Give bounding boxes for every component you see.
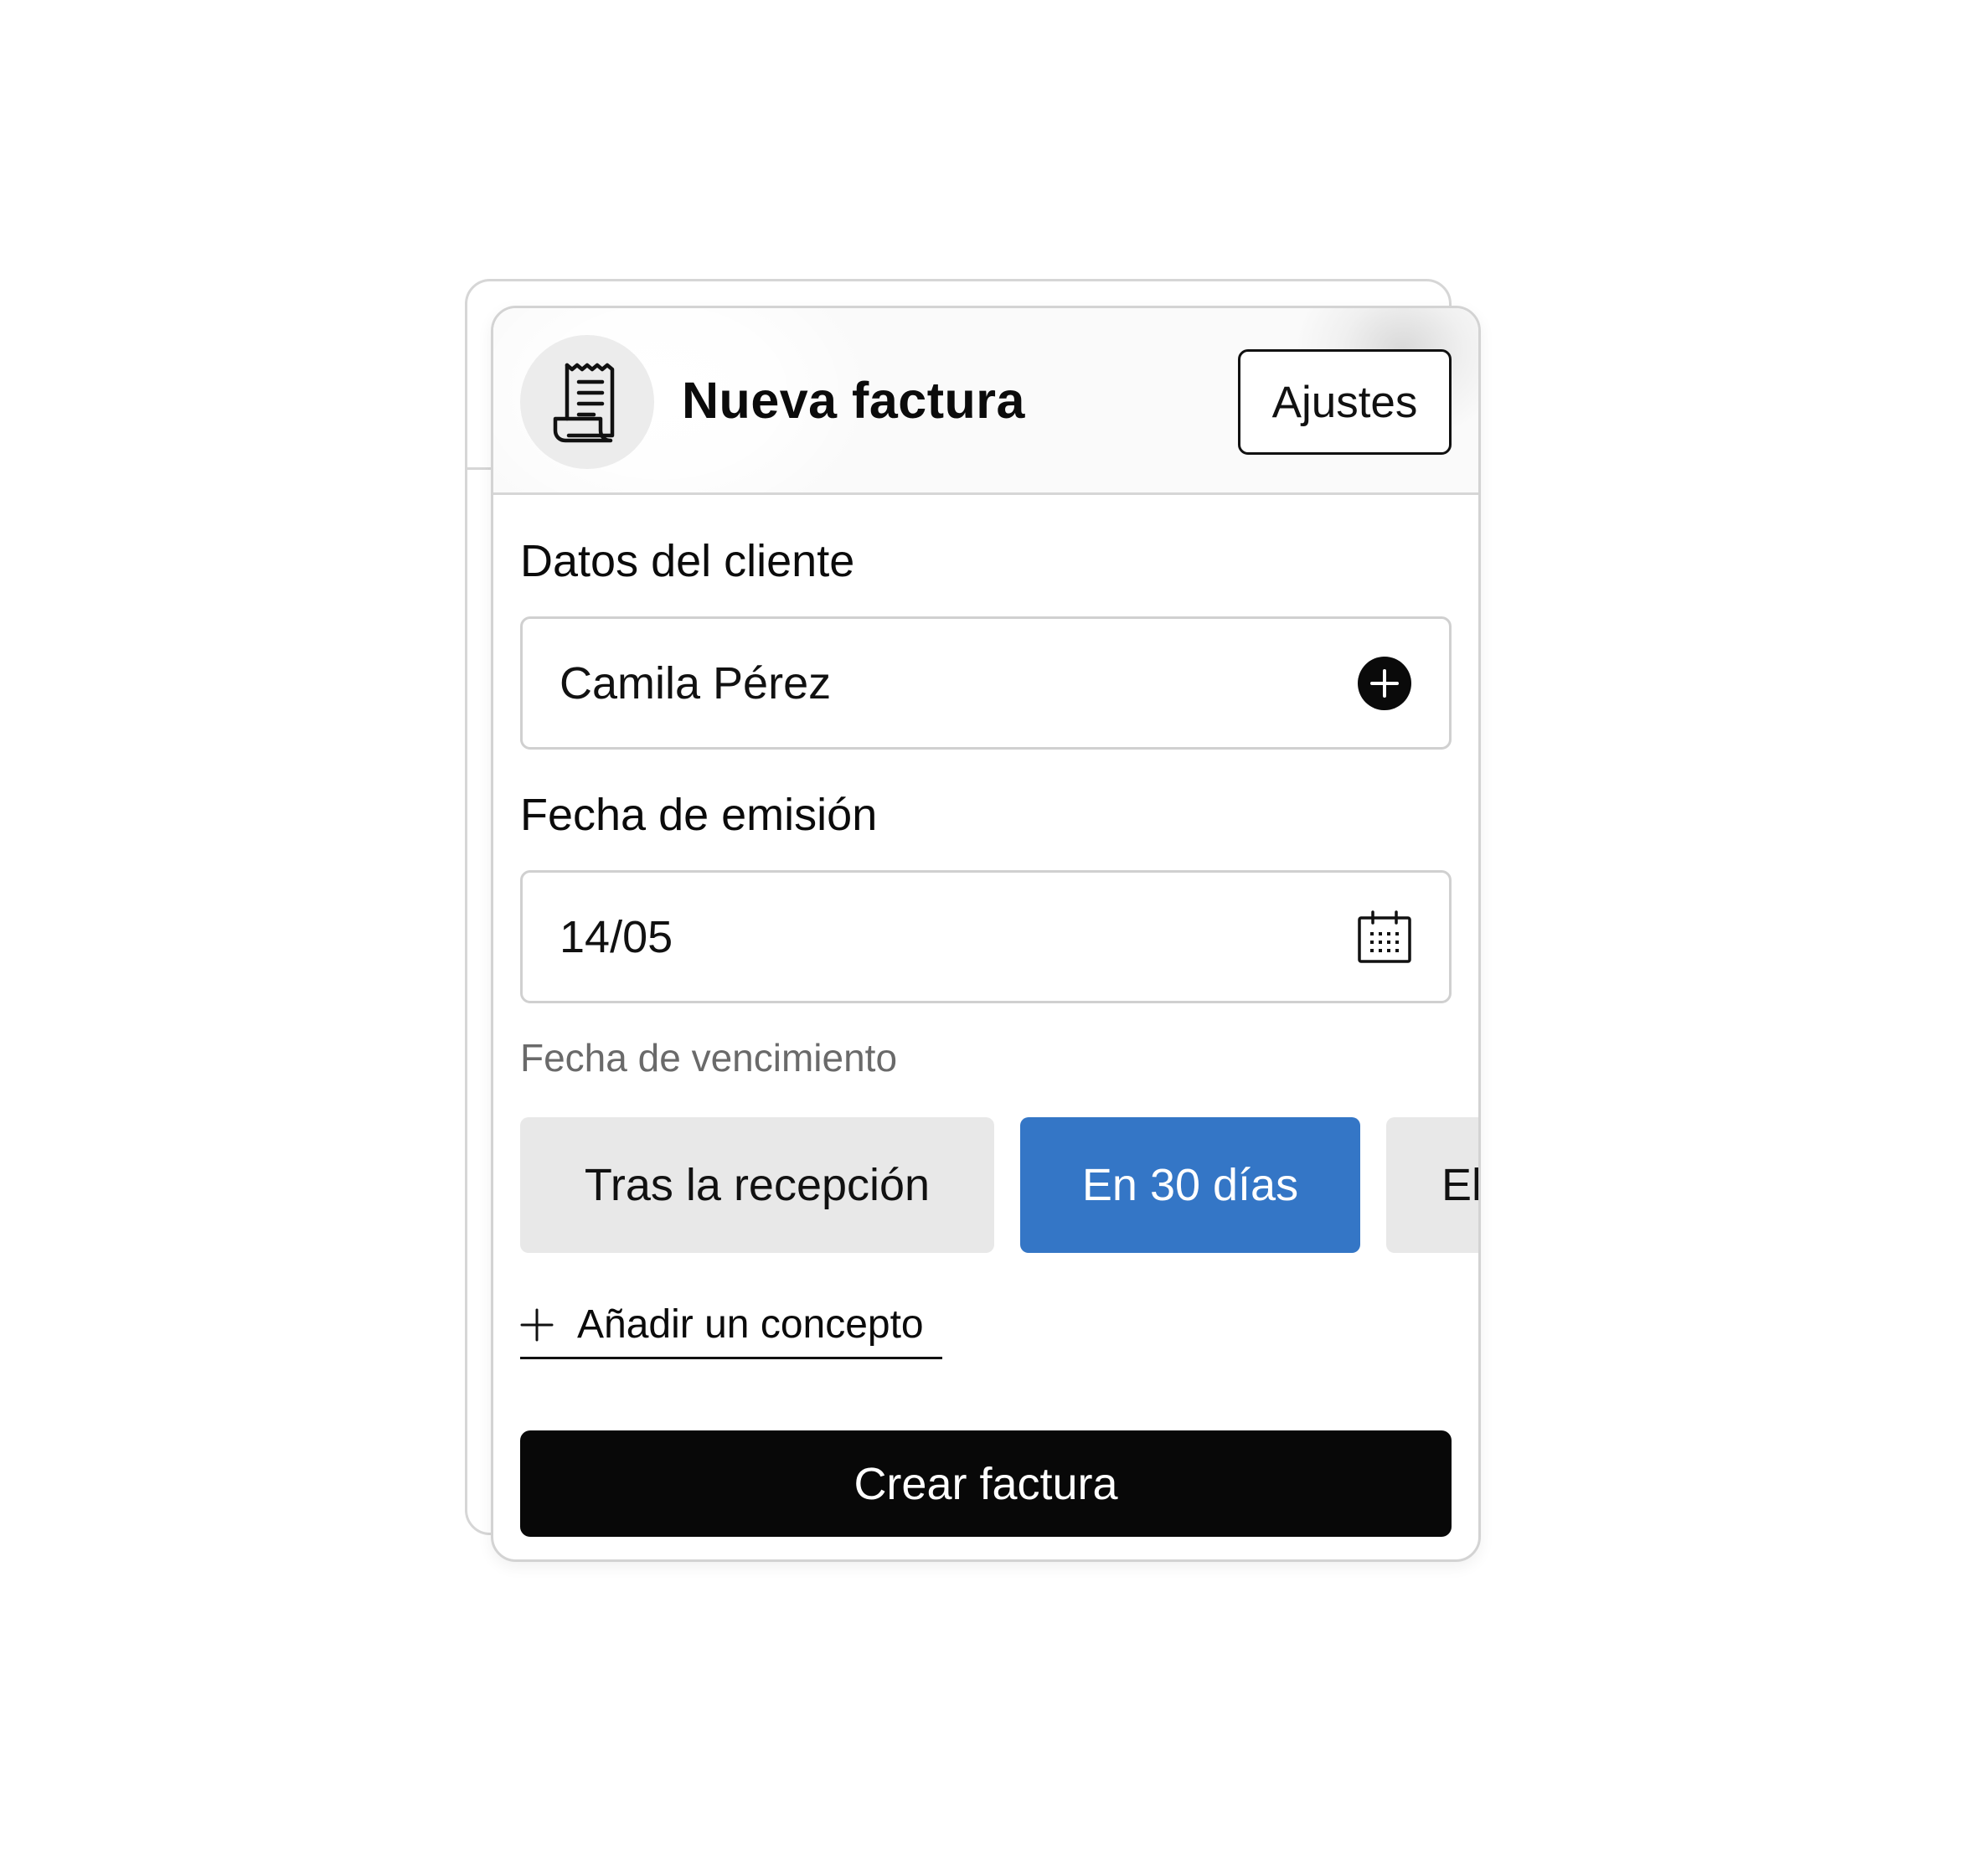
settings-button[interactable]: Ajustes <box>1238 349 1452 455</box>
background-card-divider <box>467 467 492 470</box>
due-option-30-days[interactable]: En 30 días <box>1020 1117 1360 1253</box>
due-option-label: En 30 días <box>1081 1160 1299 1210</box>
due-option-on-receipt[interactable]: Tras la recepción <box>520 1117 994 1253</box>
receipt-icon <box>520 335 654 469</box>
due-option-custom[interactable]: El <box>1386 1117 1481 1253</box>
due-option-label: El <box>1441 1160 1481 1210</box>
client-field[interactable]: Camila Pérez <box>520 616 1452 750</box>
issue-date-field[interactable]: 14/05 <box>520 870 1452 1003</box>
issue-date-value: 14/05 <box>560 911 673 962</box>
due-date-label: Fecha de vencimiento <box>520 1036 898 1080</box>
plus-icon <box>520 1308 554 1341</box>
issue-date-label: Fecha de emisión <box>520 790 878 840</box>
invoice-card: Nueva factura Ajustes Datos del cliente … <box>491 306 1481 1562</box>
add-item-link[interactable]: Añadir un concepto <box>520 1292 942 1359</box>
due-date-options: Tras la recepción En 30 días El <box>520 1117 1481 1253</box>
create-invoice-button[interactable]: Crear factura <box>520 1430 1452 1537</box>
add-circle-icon[interactable] <box>1357 656 1412 711</box>
calendar-icon[interactable] <box>1357 910 1412 965</box>
due-option-label: Tras la recepción <box>584 1160 931 1210</box>
add-item-label: Añadir un concepto <box>577 1302 924 1347</box>
page-title: Nueva factura <box>682 372 1025 429</box>
client-name-value: Camila Pérez <box>560 657 832 709</box>
card-header: Nueva factura Ajustes <box>493 308 1478 495</box>
client-section-label: Datos del cliente <box>520 536 855 586</box>
